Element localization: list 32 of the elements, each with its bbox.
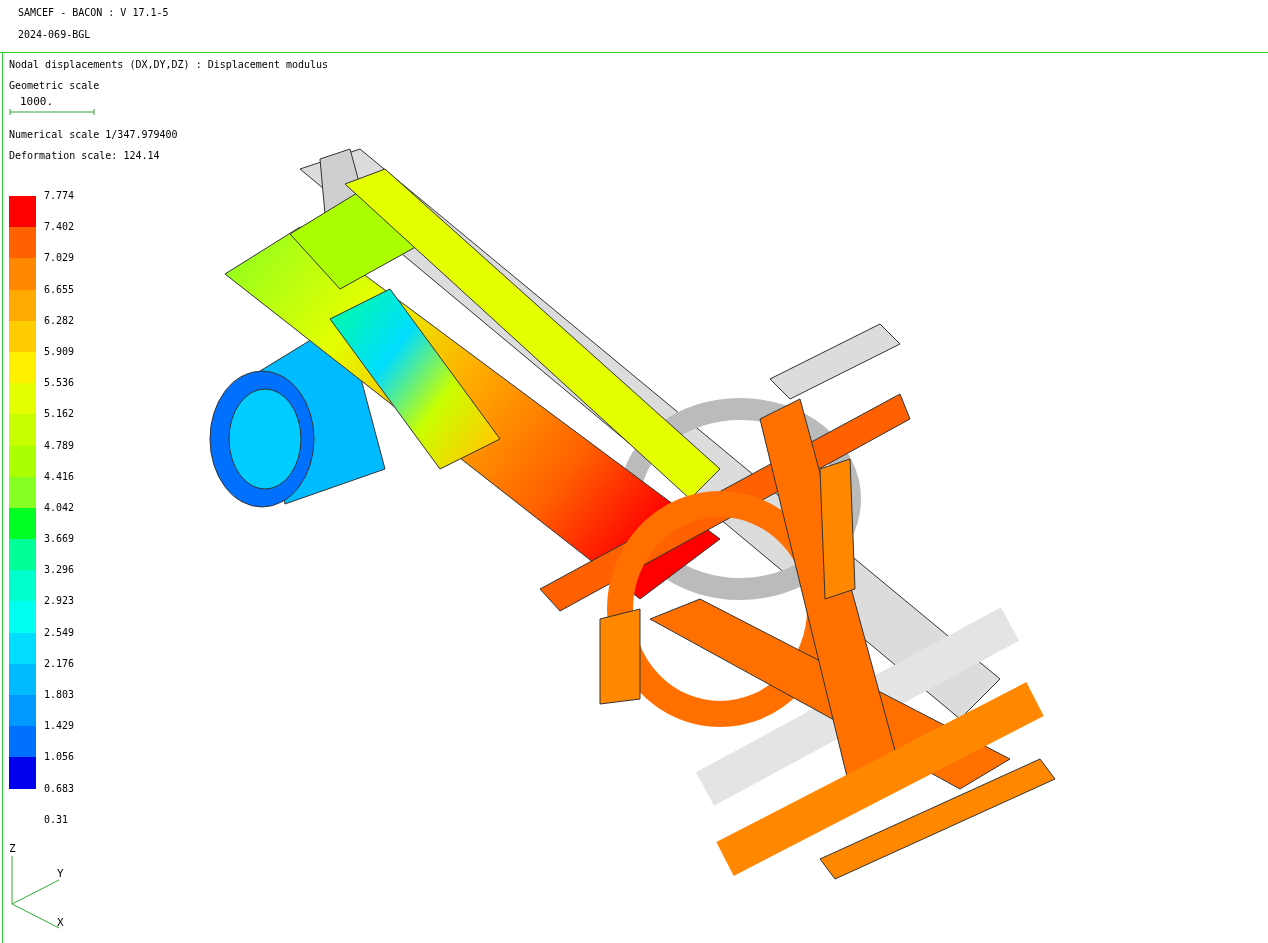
legend-value: 7.029 — [44, 251, 75, 266]
legend-value: 0.683 — [44, 781, 75, 796]
legend-value: 1.056 — [44, 750, 75, 765]
legend-value: 3.296 — [44, 563, 75, 578]
deformation-scale: Deformation scale: 124.14 — [9, 149, 161, 163]
legend-value: 7.402 — [44, 220, 75, 235]
legend-value: 1.803 — [44, 688, 75, 702]
legend-value: 2.923 — [44, 594, 75, 609]
window-title: SAMCEF - BACON : V 17.1-5 — [18, 6, 170, 20]
z-axis-label: Z — [9, 841, 16, 855]
y-axis-label: Y — [57, 866, 64, 880]
numerical-scale: Numerical scale 1/347.979400 — [9, 128, 179, 142]
legend-value: 5.162 — [44, 407, 75, 422]
legend-value: 2.176 — [44, 656, 75, 671]
legend-value: 2.549 — [44, 625, 75, 640]
legend-value: 0.31 — [44, 812, 70, 827]
legend-value: 6.655 — [44, 282, 75, 297]
legend-value: 1.429 — [44, 719, 75, 734]
legend-value: 4.416 — [44, 469, 75, 484]
legend-value: 4.789 — [44, 438, 75, 453]
result-title: Nodal displacements (DX,DY,DZ) : Displacement modulus — [9, 58, 329, 72]
scale-bar-icon — [9, 108, 95, 116]
geometric-scale-value: 1000. — [20, 95, 55, 108]
job-name: 2024-069-BGL — [18, 28, 92, 42]
legend-value: 4.042 — [44, 500, 75, 515]
legend-value: 7.774 — [44, 189, 75, 203]
legend-value: 3.669 — [44, 532, 75, 547]
x-axis-label: X — [57, 915, 64, 929]
legend-value: 5.536 — [44, 376, 75, 391]
legend-value: 5.909 — [44, 344, 75, 359]
legend-value: 6.282 — [44, 313, 75, 328]
geometric-scale-label: Geometric scale — [9, 79, 101, 93]
